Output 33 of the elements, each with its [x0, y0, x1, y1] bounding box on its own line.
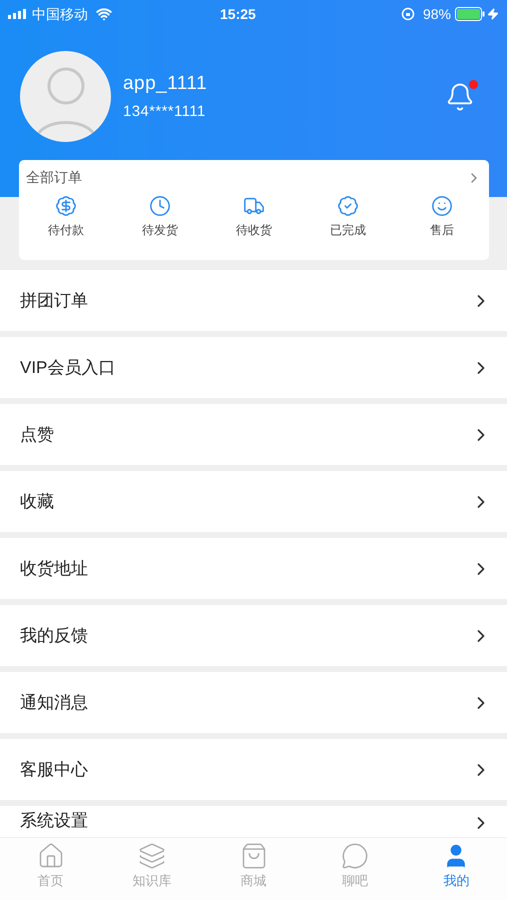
order-status-button[interactable]: 已完成 — [301, 195, 395, 239]
rotation-lock-icon — [400, 7, 415, 21]
truck-icon — [243, 195, 265, 217]
battery-icon — [455, 7, 485, 21]
menu-item[interactable]: 客服中心 — [0, 739, 507, 800]
menu-item[interactable]: 拼团订单 — [0, 270, 507, 331]
signal-icon — [8, 9, 28, 19]
menu-item[interactable]: 系统设置 — [0, 806, 507, 837]
all-orders-link[interactable]: 全部订单 — [19, 160, 489, 195]
order-status-button[interactable]: 待发货 — [113, 195, 207, 239]
order-status-button[interactable]: 待付款 — [19, 195, 113, 239]
smiley-icon — [431, 195, 453, 217]
menu-item[interactable]: 点赞 — [0, 404, 507, 465]
tab[interactable]: 我的 — [406, 838, 507, 900]
notification-button[interactable] — [445, 82, 475, 112]
order-status-button[interactable]: 售后 — [395, 195, 489, 239]
charging-icon — [487, 8, 499, 20]
carrier: 中国移动 — [32, 4, 88, 24]
phone-number: 134****1111 — [123, 102, 207, 122]
clock: 15:25 — [220, 4, 256, 24]
menu-item[interactable]: 收货地址 — [0, 538, 507, 599]
menu-item[interactable]: VIP会员入口 — [0, 337, 507, 398]
order-status-button[interactable]: 待收货 — [207, 195, 301, 239]
menu-item[interactable]: 收藏 — [0, 471, 507, 532]
battery-percent: 98% — [422, 4, 451, 24]
check-badge-icon — [337, 195, 359, 217]
username: app_1111 — [123, 72, 208, 96]
chat-icon — [340, 842, 369, 870]
clock-icon — [149, 195, 171, 217]
wifi-icon — [96, 6, 112, 22]
layers-icon — [138, 842, 166, 870]
menu-item[interactable]: 通知消息 — [0, 672, 507, 733]
menu-item[interactable]: 我的反馈 — [0, 605, 507, 666]
